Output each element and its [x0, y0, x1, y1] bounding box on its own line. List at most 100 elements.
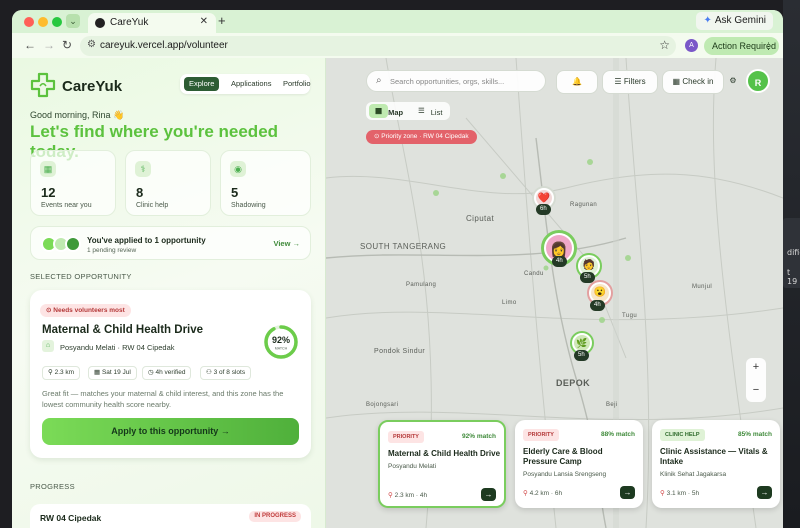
- filters-button[interactable]: ☰ Filters: [602, 70, 658, 94]
- browser-window: ⌄ CareYuk ✕ + ✦ Ask Gemini ← → ↻ ⚙ careyu…: [12, 10, 783, 528]
- open-arrow-icon[interactable]: →: [481, 488, 496, 501]
- card-title: Maternal & Child Health Drive: [388, 449, 501, 458]
- stethoscope-icon: ⚕: [135, 161, 151, 177]
- nav-applications[interactable]: Applications: [226, 77, 276, 91]
- opportunity-card[interactable]: CLINIC HELP 85% match Clinic Assistance …: [652, 420, 780, 508]
- tab-map-label: Map: [388, 108, 404, 117]
- open-arrow-icon[interactable]: →: [620, 486, 635, 499]
- card-meta: ⚲ 4.2 km · 6h: [523, 489, 562, 497]
- card-meta: ⚲ 2.3 km · 4h: [388, 491, 427, 499]
- profile-avatar[interactable]: A: [685, 39, 698, 52]
- bell-icon: 🔔: [572, 77, 582, 86]
- match-percent: 92%: [272, 335, 290, 345]
- hours-text: 4h verified: [155, 369, 186, 376]
- action-required-button[interactable]: Action Required ⋮: [704, 37, 779, 55]
- maximize-window-button[interactable]: [52, 17, 62, 27]
- opportunity-location: Posyandu Melati · RW 04 Cipedak: [60, 343, 175, 352]
- reload-icon[interactable]: ↻: [62, 38, 72, 52]
- opportunity-card[interactable]: PRIORITY 88% match Elderly Care & Blood …: [515, 420, 643, 508]
- eye-icon: ◉: [230, 161, 246, 177]
- url-field[interactable]: ⚙ careyuk.vercel.app/volunteer ☆: [80, 36, 676, 56]
- apply-button[interactable]: Apply to this opportunity →: [42, 418, 299, 445]
- peek-text: t 19: [787, 268, 798, 286]
- bookmark-star-icon[interactable]: ☆: [659, 38, 670, 52]
- match-label: MATCH: [275, 347, 288, 351]
- forward-arrow-icon[interactable]: →: [43, 38, 55, 52]
- card-org: Klinik Sehat Jagakarsa: [660, 471, 727, 478]
- applied-summary[interactable]: You've applied to 1 opportunity 1 pendin…: [30, 226, 311, 260]
- applied-subtitle: 1 pending review: [87, 247, 137, 254]
- applied-avatar: [65, 236, 81, 252]
- ask-gemini-button[interactable]: ✦ Ask Gemini: [696, 12, 773, 30]
- stat-shadowing[interactable]: ◉ 5 Shadowing: [220, 150, 311, 216]
- date-text: Sat 19 Jul: [101, 369, 131, 376]
- filters-label: Filters: [623, 77, 646, 86]
- progress-status-badge: IN PROGRESS: [249, 511, 301, 522]
- card-tag: PRIORITY: [523, 429, 559, 441]
- card-tag: CLINIC HELP: [660, 429, 705, 441]
- gear-icon: ⚙: [729, 76, 737, 85]
- search-placeholder: Search opportunities, orgs, skills...: [390, 77, 505, 86]
- filter-icon: ☰: [614, 77, 622, 86]
- tab-list[interactable]: ☰ List: [412, 104, 442, 118]
- place-label: Ragunan: [570, 202, 598, 208]
- stat-value: 5: [231, 185, 239, 200]
- stat-clinic[interactable]: ⚕ 8 Clinic help: [125, 150, 211, 216]
- card-title: Clinic Assistance — Vitals & Intake: [660, 447, 768, 466]
- left-panel: CareYuk Explore Applications Portfolio G…: [12, 58, 326, 528]
- stat-events[interactable]: ▦ 12 Events near you: [30, 150, 116, 216]
- qr-icon: ▦: [672, 77, 681, 86]
- card-tag: PRIORITY: [388, 431, 424, 443]
- selected-section-label: SELECTED OPPORTUNITY: [30, 272, 132, 281]
- nav-explore[interactable]: Explore: [184, 77, 220, 91]
- card-title: Elderly Care & Blood Pressure Camp: [523, 447, 603, 466]
- more-vert-icon: ⋮: [764, 41, 773, 51]
- pin-hours: 4h: [552, 256, 567, 267]
- close-tab-icon[interactable]: ✕: [200, 16, 208, 27]
- progress-zone-name: RW 04 Cipedak: [40, 513, 102, 523]
- tab-title: CareYuk: [110, 17, 149, 28]
- hours-chip: ◷ 4h verified: [142, 366, 192, 380]
- nav-portfolio[interactable]: Portfolio: [278, 77, 316, 91]
- pin-icon: ⚲: [388, 492, 393, 499]
- priority-zone-badge[interactable]: ⊙ Priority zone · RW 04 Cipedak: [366, 130, 477, 144]
- opportunity-card[interactable]: PRIORITY 92% match Maternal & Child Heal…: [378, 420, 506, 508]
- tab-careyuk[interactable]: CareYuk ✕: [88, 13, 216, 33]
- priority-zone-text: Priority zone · RW 04 Cipedak: [381, 133, 469, 140]
- place-label: Candu: [524, 271, 544, 277]
- tab-list-label: List: [430, 108, 443, 117]
- slots-text: 3 of 8 slots: [213, 369, 246, 376]
- tab-map[interactable]: ▦ Map: [369, 104, 403, 118]
- stat-value: 8: [136, 185, 144, 200]
- careyuk-logo-icon: [30, 72, 56, 98]
- stat-label: Clinic help: [136, 202, 169, 209]
- tab-search-chevron-icon[interactable]: ⌄: [66, 14, 80, 28]
- background-window-peek: dified t 19: [783, 218, 800, 288]
- progress-card[interactable]: RW 04 Cipedak IN PROGRESS: [30, 504, 311, 528]
- zoom-out-icon[interactable]: −: [746, 384, 766, 396]
- site-info-icon[interactable]: ⚙: [87, 39, 96, 50]
- back-arrow-icon[interactable]: ←: [24, 38, 36, 52]
- map-search-input[interactable]: ⌕ Search opportunities, orgs, skills...: [366, 70, 546, 92]
- check-in-button[interactable]: ▦ Check in: [662, 70, 724, 94]
- notifications-button[interactable]: 🔔: [556, 70, 598, 94]
- open-arrow-icon[interactable]: →: [757, 486, 772, 499]
- place-label: DEPOK: [556, 378, 591, 388]
- map-view[interactable]: Ciputat SOUTH TANGERANG DEPOK Ragunan Ca…: [326, 58, 783, 528]
- card-meta-text: 4.2 km · 6h: [529, 490, 563, 497]
- check-in-label: Check in: [682, 77, 714, 86]
- view-applications-link[interactable]: View →: [273, 239, 300, 248]
- minimize-window-button[interactable]: [38, 17, 48, 27]
- new-tab-icon[interactable]: +: [218, 13, 226, 28]
- zoom-in-icon[interactable]: +: [746, 361, 766, 373]
- gemini-sparkle-icon: ✦: [703, 15, 712, 26]
- card-meta: ⚲ 3.1 km · 5h: [660, 489, 699, 497]
- user-avatar[interactable]: R: [746, 69, 770, 93]
- close-window-button[interactable]: [24, 17, 34, 27]
- place-label: Pondok Sindur: [374, 348, 426, 355]
- pin-icon: ⚲: [660, 490, 665, 497]
- card-meta-text: 2.3 km · 4h: [394, 492, 428, 499]
- settings-button[interactable]: ⚙: [726, 70, 740, 94]
- brand-name: CareYuk: [62, 78, 123, 95]
- greeting: Good morning, Rina 👋: [30, 110, 125, 120]
